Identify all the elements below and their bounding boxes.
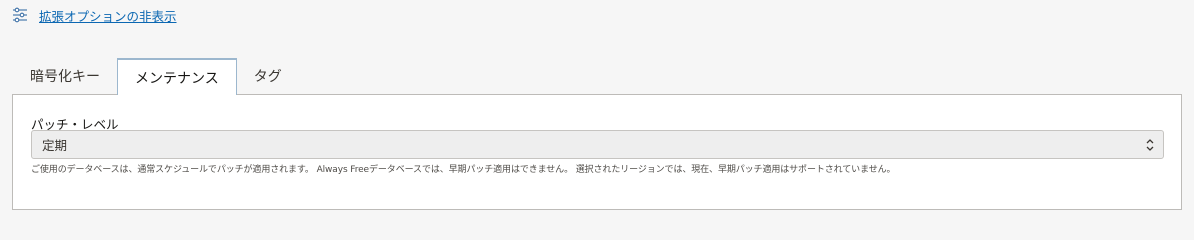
chevron-up-down-icon [1145, 137, 1155, 153]
tab-encryption-key[interactable]: 暗号化キー [12, 59, 117, 95]
tab-maintenance[interactable]: メンテナンス [117, 58, 237, 95]
hide-advanced-options-link[interactable]: 拡張オプションの非表示 [39, 6, 177, 25]
tab-tags[interactable]: タグ [237, 59, 299, 95]
tab-bar: 暗号化キー メンテナンス タグ [12, 58, 299, 95]
sliders-icon [12, 7, 28, 23]
patch-level-value: 定期 [42, 138, 68, 153]
patch-level-help-text: ご使用のデータベースは、通常スケジュールでパッチが適用されます。 Always … [31, 165, 896, 175]
patch-level-select[interactable]: 定期 [31, 130, 1164, 159]
maintenance-panel: パッチ・レベル 定期 ご使用のデータベースは、通常スケジュールでパッチが適用され… [12, 94, 1182, 210]
advanced-options-toggle[interactable]: 拡張オプションの非表示 [12, 5, 177, 25]
